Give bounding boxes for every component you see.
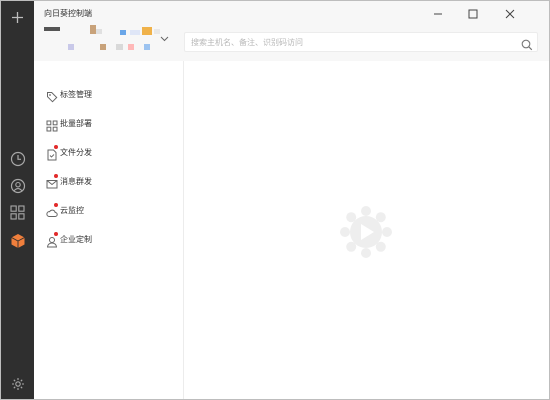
title-bar: 向日葵控制端 <box>34 1 549 61</box>
notification-dot <box>54 145 58 149</box>
left-rail <box>1 1 34 399</box>
notification-dot <box>54 203 58 207</box>
gear-icon[interactable] <box>7 373 28 394</box>
account-id-blur <box>144 44 150 50</box>
chevron-down-icon[interactable] <box>160 27 169 46</box>
account-name-blur <box>44 27 60 31</box>
batch-grid-icon <box>46 117 58 132</box>
menu-item-file-distribution[interactable]: 文件分发 <box>34 141 183 163</box>
account-name-blur <box>130 30 140 35</box>
app-title: 向日葵控制端 <box>44 9 92 18</box>
cloud-icon <box>46 203 58 217</box>
user-icon <box>46 232 58 248</box>
menu-item-label: 云监控 <box>60 206 84 215</box>
remote-device-icon[interactable] <box>7 175 28 196</box>
menu-item-label: 消息群发 <box>60 177 92 186</box>
minimize-button[interactable] <box>431 7 445 21</box>
account-id-blur <box>116 44 123 50</box>
menu-item-cloud-monitor[interactable]: 云监控 <box>34 199 183 221</box>
menu-item-batch-deploy[interactable]: 批量部署 <box>34 112 183 134</box>
menu-item-label: 批量部署 <box>60 119 92 128</box>
account-id-blur <box>100 44 106 50</box>
account-name-blur <box>120 30 126 35</box>
cube-icon[interactable] <box>7 230 28 251</box>
menu-item-label: 企业定制 <box>60 235 92 244</box>
content-area <box>184 61 549 399</box>
menu-item-label: 文件分发 <box>60 148 92 157</box>
notification-dot <box>54 174 58 178</box>
mail-icon <box>46 174 58 189</box>
account-id-blur <box>68 44 74 50</box>
menu-item-enterprise-custom[interactable]: 企业定制 <box>34 228 183 250</box>
app-window: 向日葵控制端 搜索主机名、备注、识别码访问 标签管理 批量部署 文件分发 消息群… <box>0 0 550 400</box>
menu-item-tag-management[interactable]: 标签管理 <box>34 83 183 105</box>
close-button[interactable] <box>503 7 517 21</box>
account-name-blur <box>96 29 102 34</box>
search-input[interactable] <box>191 35 511 49</box>
sunlogin-watermark-icon <box>340 206 392 258</box>
solution-menu: 标签管理 批量部署 文件分发 消息群发 云监控 企业定制 <box>34 61 184 399</box>
menu-item-label: 标签管理 <box>60 90 92 99</box>
grid-apps-icon[interactable] <box>7 202 28 223</box>
account-name-blur <box>142 27 152 35</box>
tag-icon <box>46 88 58 103</box>
file-icon <box>46 145 58 161</box>
search-icon[interactable] <box>521 36 533 55</box>
maximize-button[interactable] <box>466 7 480 21</box>
notification-dot <box>54 232 58 236</box>
account-id-blur <box>128 44 134 50</box>
account-switcher[interactable] <box>44 25 174 53</box>
plus-icon[interactable] <box>7 7 28 28</box>
clock-icon[interactable] <box>7 148 28 169</box>
search-box <box>184 32 538 52</box>
menu-item-mass-message[interactable]: 消息群发 <box>34 170 183 192</box>
